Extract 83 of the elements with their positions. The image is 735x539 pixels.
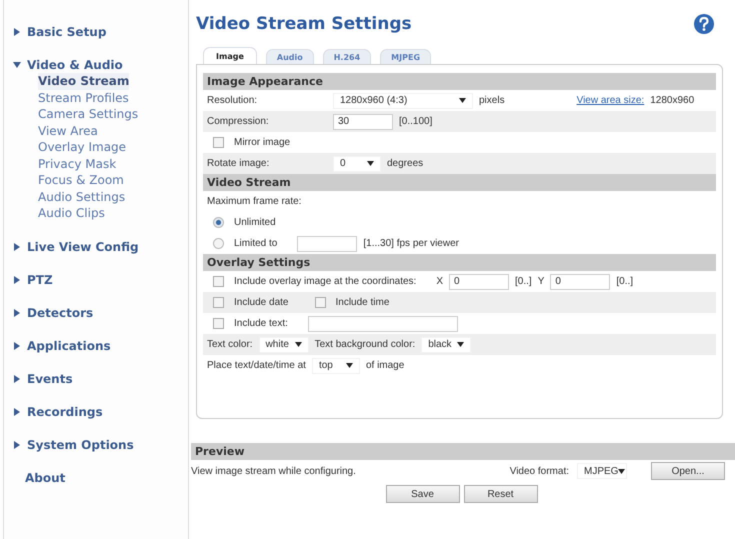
dropdown[interactable]: 0 bbox=[333, 156, 381, 172]
sidebar-subitem[interactable]: Overlay Image bbox=[38, 139, 126, 156]
checkbox[interactable] bbox=[213, 318, 224, 329]
tab[interactable]: H.264 bbox=[322, 49, 372, 64]
sidebar-item[interactable]: Recordings bbox=[13, 404, 188, 420]
sidebar-item[interactable]: System Options bbox=[13, 436, 188, 452]
radio-label: Limited to bbox=[234, 238, 278, 249]
checkbox-label: Include text: bbox=[234, 318, 288, 329]
tab[interactable]: Image bbox=[203, 47, 257, 64]
sidebar-item[interactable]: Detectors bbox=[13, 304, 188, 320]
field-text: Maximum frame rate: bbox=[207, 196, 302, 207]
field-text: [0..] bbox=[515, 276, 532, 287]
caret-down-icon bbox=[346, 363, 353, 368]
section-header: Preview bbox=[191, 443, 735, 460]
radio-button[interactable] bbox=[213, 217, 224, 228]
sidebar-subitem[interactable]: Audio Settings bbox=[38, 188, 126, 205]
field-text: degrees bbox=[387, 158, 424, 169]
field-label: Compression: bbox=[207, 116, 270, 127]
field-label: Rotate image: bbox=[207, 158, 270, 169]
radio-label: Unlimited bbox=[234, 217, 276, 228]
sidebar-subitem[interactable]: Video Stream bbox=[38, 73, 130, 90]
caret-down-icon bbox=[367, 161, 374, 166]
sidebar-item[interactable]: About bbox=[13, 470, 188, 486]
dropdown[interactable]: white bbox=[258, 336, 309, 352]
sidebar-item[interactable]: Live View Config bbox=[13, 238, 188, 254]
sidebar-item[interactable]: Applications bbox=[13, 338, 188, 354]
field-text: [0..] bbox=[616, 276, 634, 287]
field-label: Video format: bbox=[510, 466, 569, 476]
tab[interactable]: Audio bbox=[266, 49, 314, 64]
checkbox-label: Include time bbox=[336, 297, 390, 308]
field-text: 1280x960 bbox=[650, 95, 694, 106]
field-text: Text color: bbox=[207, 339, 253, 350]
sidebar-subitem[interactable]: View Area bbox=[38, 122, 98, 139]
dropdown[interactable]: top bbox=[312, 358, 360, 374]
caret-down-icon bbox=[618, 468, 626, 474]
sidebar-item[interactable]: PTZ bbox=[13, 272, 188, 288]
checkbox-label: Mirror image bbox=[234, 137, 290, 148]
field-text: of image bbox=[366, 360, 404, 371]
dropdown[interactable]: 1280x960 (4:3) bbox=[333, 92, 473, 108]
checkbox[interactable] bbox=[314, 297, 326, 308]
field-text: [0..100] bbox=[399, 116, 432, 127]
input-field[interactable]: 30 bbox=[333, 114, 393, 130]
field-text: Place text/date/time at bbox=[207, 360, 306, 371]
sidebar-subitem[interactable]: Privacy Mask bbox=[38, 156, 116, 172]
section-header: Image Appearance bbox=[203, 73, 716, 90]
field-label: Resolution: bbox=[207, 95, 258, 106]
input-field[interactable] bbox=[297, 236, 358, 252]
description-text: View image stream while configuring. bbox=[191, 466, 356, 476]
checkbox[interactable] bbox=[213, 297, 224, 308]
reset-button[interactable]: Reset bbox=[464, 485, 538, 503]
sidebar-item[interactable]: Basic Setup bbox=[13, 24, 188, 40]
open-button[interactable]: Open... bbox=[651, 462, 725, 480]
view-area-link[interactable]: View area size: bbox=[576, 95, 644, 106]
caret-down-icon bbox=[457, 342, 464, 347]
save-button[interactable]: Save bbox=[386, 485, 460, 503]
sidebar-item[interactable]: Video & Audio bbox=[13, 57, 188, 73]
section-header: Video Stream bbox=[203, 174, 716, 191]
input-field[interactable]: 0 bbox=[449, 274, 510, 290]
sidebar-subitem[interactable]: Stream Profiles bbox=[38, 90, 129, 106]
section-header: Overlay Settings bbox=[203, 254, 716, 271]
checkbox[interactable] bbox=[213, 276, 224, 287]
dropdown[interactable]: MJPEG bbox=[577, 463, 627, 479]
checkbox-label: Include date bbox=[234, 297, 288, 308]
sidebar-subitem[interactable]: Audio Clips bbox=[38, 205, 105, 222]
checkbox[interactable] bbox=[213, 137, 224, 148]
dropdown[interactable]: black bbox=[421, 336, 472, 352]
checkbox-label: Include overlay image at the coordinates: bbox=[234, 276, 416, 287]
caret-down-icon bbox=[459, 98, 466, 103]
help-icon[interactable] bbox=[693, 13, 715, 35]
field-text: X bbox=[436, 276, 444, 287]
field-text: [1...30] fps per viewer bbox=[363, 238, 459, 249]
sidebar-subitem[interactable]: Camera Settings bbox=[38, 106, 138, 122]
input-field[interactable] bbox=[308, 316, 458, 332]
field-text: Y bbox=[538, 276, 544, 287]
tab[interactable]: MJPEG bbox=[380, 49, 432, 64]
radio-button[interactable] bbox=[213, 238, 224, 249]
sidebar-subitem[interactable]: Focus & Zoom bbox=[38, 172, 124, 188]
page-title: Video Stream Settings bbox=[196, 14, 412, 34]
sidebar-item[interactable]: Events bbox=[13, 370, 188, 386]
field-text: Text background color: bbox=[314, 339, 416, 350]
field-text: pixels bbox=[479, 95, 505, 106]
input-field[interactable]: 0 bbox=[550, 274, 610, 290]
caret-down-icon bbox=[294, 342, 302, 347]
